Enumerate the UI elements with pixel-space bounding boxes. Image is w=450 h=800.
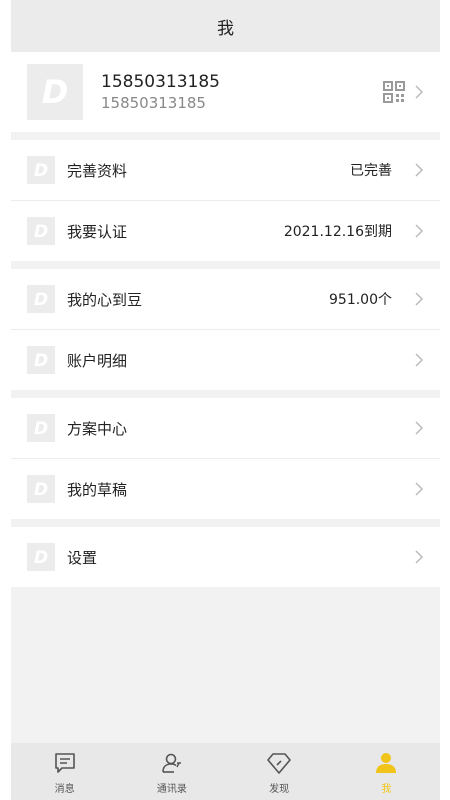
- profile-card[interactable]: D 15850313185 15850313185: [11, 52, 440, 132]
- svg-text:D: D: [34, 548, 48, 567]
- tab-label: 我: [381, 784, 392, 795]
- settings-row[interactable]: D 我的心到豆 951.00个: [11, 269, 440, 329]
- settings-row[interactable]: D 账户明细: [11, 329, 440, 390]
- tab-contacts[interactable]: 通讯录: [118, 743, 225, 800]
- svg-text:D: D: [34, 222, 48, 241]
- chevron-right-icon: [415, 550, 424, 564]
- tab-discover[interactable]: 发现: [226, 743, 333, 800]
- d-logo-icon: D: [27, 543, 55, 571]
- row-label: 账户明细: [67, 351, 128, 370]
- tab-label: 发现: [269, 784, 290, 795]
- user-icon: [374, 751, 398, 779]
- d-logo-icon: D: [27, 217, 55, 245]
- row-label: 我的心到豆: [67, 290, 143, 309]
- settings-group: D 完善资料 已完善 D 我要认证 2021.12.16到期: [11, 140, 440, 261]
- chevron-right-icon: [415, 353, 424, 367]
- settings-row[interactable]: D 完善资料 已完善: [11, 140, 440, 200]
- settings-row[interactable]: D 方案中心: [11, 398, 440, 458]
- settings-row[interactable]: D 我的草稿: [11, 458, 440, 519]
- settings-row[interactable]: D 设置: [11, 527, 440, 587]
- message-icon: [53, 751, 77, 779]
- svg-text:D: D: [34, 419, 48, 438]
- tab-message[interactable]: 消息: [11, 743, 118, 800]
- svg-text:D: D: [34, 290, 48, 309]
- chevron-right-icon: [415, 482, 424, 496]
- tab-label: 消息: [54, 784, 75, 795]
- row-label: 我要认证: [67, 222, 128, 241]
- chevron-right-icon: [415, 85, 424, 99]
- settings-row[interactable]: D 我要认证 2021.12.16到期: [11, 200, 440, 261]
- profile-account: 15850313185: [101, 94, 206, 112]
- avatar: D: [27, 64, 83, 120]
- row-label: 设置: [67, 548, 98, 567]
- row-value: 已完善: [350, 163, 392, 179]
- d-logo-icon: D: [27, 346, 55, 374]
- settings-group: D 我的心到豆 951.00个 D 账户明细: [11, 269, 440, 390]
- qr-code-icon[interactable]: [382, 80, 406, 104]
- d-logo-icon: D: [27, 285, 55, 313]
- chevron-right-icon: [415, 421, 424, 435]
- row-value: 951.00个: [329, 292, 392, 308]
- tab-label: 通讯录: [156, 784, 187, 795]
- settings-group: D 方案中心 D 我的草稿: [11, 398, 440, 519]
- page-header: 我: [11, 0, 440, 52]
- svg-text:D: D: [34, 161, 48, 180]
- chevron-right-icon: [415, 163, 424, 177]
- svg-text:D: D: [34, 351, 48, 370]
- profile-name: 15850313185: [101, 72, 220, 92]
- svg-text:D: D: [34, 480, 48, 499]
- discover-icon: [266, 751, 292, 779]
- row-label: 方案中心: [67, 419, 128, 438]
- d-logo-icon: D: [27, 475, 55, 503]
- bottom-tab-bar: 消息 通讯录 发现 我: [11, 743, 440, 800]
- d-logo-icon: D: [27, 414, 55, 442]
- row-label: 完善资料: [67, 161, 128, 180]
- contacts-icon: [160, 751, 184, 779]
- settings-group: D 设置: [11, 527, 440, 587]
- chevron-right-icon: [415, 224, 424, 238]
- d-logo-icon: D: [42, 74, 69, 110]
- page-title: 我: [217, 18, 234, 39]
- screen: 我 D 15850313185 15850313185 D 完善资料 已完善 D…: [11, 0, 440, 800]
- chevron-right-icon: [415, 292, 424, 306]
- row-label: 我的草稿: [67, 480, 128, 499]
- d-logo-icon: D: [27, 156, 55, 184]
- row-value: 2021.12.16到期: [283, 224, 392, 240]
- svg-text:D: D: [42, 74, 69, 110]
- tab-user[interactable]: 我: [333, 743, 440, 800]
